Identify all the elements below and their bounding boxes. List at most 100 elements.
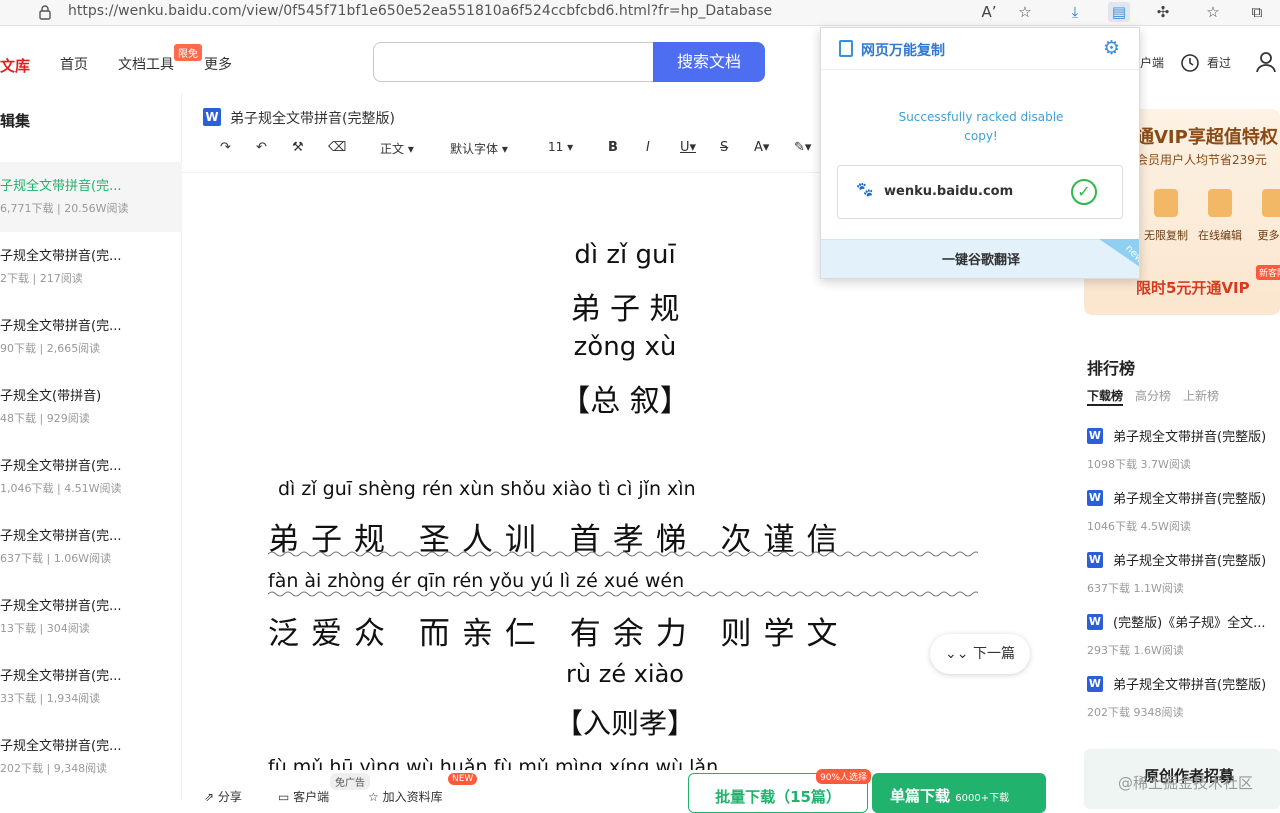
single-download-button[interactable]: 单篇下载 6000+下载 [872, 773, 1046, 813]
ranking-item-meta: 202下载 9348阅读 [1087, 706, 1184, 719]
ranking-item[interactable]: W 弟子规全文带拼音(完整版) 637下载 1.1W阅读 [1087, 549, 1280, 611]
recent-viewed-link[interactable]: 看过 [1207, 54, 1231, 71]
favorites-list-icon[interactable]: ☆ [1202, 2, 1224, 22]
url-field[interactable]: https://wenku.baidu.com/view/0f545f71bf1… [68, 3, 772, 19]
ranking-item[interactable]: W 弟子规全文带拼音(完整版) 1046下载 4.5W阅读 [1087, 487, 1280, 549]
lock-icon [39, 5, 51, 20]
vip-feature: 在线编辑 [1196, 189, 1244, 243]
wavy-underline [268, 551, 978, 557]
word-doc-icon: W [203, 108, 221, 126]
sidebar-item[interactable]: 子规全文带拼音(完... 13下载 | 304阅读 [0, 582, 182, 652]
search-button[interactable]: 搜索文档 [653, 42, 765, 82]
sidebar-item[interactable]: 子规全文带拼音(完... 90下载 | 2,665阅读 [0, 302, 182, 372]
tab-downloads[interactable]: 下载榜 [1087, 387, 1124, 406]
edit-doc-icon [1208, 189, 1232, 217]
sidebar-item-title: 子规全文带拼音(完... [0, 739, 122, 754]
word-doc-icon: W [1087, 490, 1103, 506]
ranking-item-title: 弟子规全文带拼音(完整版) [1113, 492, 1267, 507]
collections-icon[interactable]: ⧉ [1246, 2, 1268, 22]
font-family-select[interactable]: 默认字体 ▾ [450, 140, 508, 157]
vip-subtitle: 会员用户人均节省239元 [1136, 153, 1267, 167]
redo-icon[interactable]: ↷ [220, 140, 231, 155]
font-size-select[interactable]: 11 ▾ [548, 140, 573, 154]
watermark: @稀土掘金技术社区 [1118, 774, 1254, 792]
vip-open-button[interactable]: 限时5元开通VIP [1136, 277, 1250, 298]
nav-more[interactable]: 更多 [204, 54, 232, 74]
ranking-item-meta: 293下载 1.6W阅读 [1087, 644, 1184, 657]
share-button[interactable]: ⇗ 分享 [204, 788, 242, 805]
section-title: 【入则孝】 [554, 707, 695, 740]
ranking-item[interactable]: W 弟子规全文带拼音(完整版) 202下载 9348阅读 [1087, 673, 1280, 735]
site-toggle-row[interactable]: 🐾 wenku.baidu.com ✓ [837, 165, 1123, 219]
download-icon[interactable]: ⤓ [1064, 2, 1086, 22]
strikethrough-icon[interactable]: S [720, 140, 728, 155]
heading-title: 弟 子 规 [570, 292, 680, 327]
sidebar-item-meta: 90下载 | 2,665阅读 [0, 342, 101, 355]
sidebar-item-meta: 6,771下载 | 20.56W阅读 [0, 202, 129, 215]
sidebar-item[interactable]: 子规全文带拼音(完... 637下载 | 1.06W阅读 [0, 512, 182, 582]
sidebar-item[interactable]: 子规全文(带拼音) 48下载 | 929阅读 [0, 372, 182, 442]
code-doc-icon [1262, 189, 1280, 217]
tab-new[interactable]: 上新榜 [1183, 387, 1219, 404]
clock-icon[interactable] [1180, 53, 1200, 73]
font-color-icon[interactable]: A▾ [754, 140, 769, 155]
section-title: 【总 叙】 [560, 384, 690, 419]
chevrons-down-icon: ⌄⌄ [945, 646, 969, 662]
paragraph-style-select[interactable]: 正文 ▾ [380, 140, 414, 157]
format-painter-icon[interactable]: ⚒ [292, 140, 304, 155]
verse-pinyin-line: fàn ài zhòng ér qīn rén yǒu yú lì zé xué… [268, 570, 685, 592]
undo-icon[interactable]: ↶ [256, 140, 267, 155]
extensions-puzzle-icon[interactable]: ✣ [1152, 2, 1174, 22]
favorite-star-icon[interactable]: ☆ [1014, 2, 1036, 22]
vip-feature: 无限复制 [1142, 189, 1190, 243]
user-avatar-icon[interactable] [1255, 51, 1277, 73]
bold-icon[interactable]: B [608, 140, 618, 155]
word-doc-icon: W [1087, 676, 1103, 692]
sidebar-item[interactable]: 子规全文带拼音(完... 33下载 | 1,934阅读 [0, 652, 182, 722]
sidebar-item[interactable]: 子规全文带拼音(完... 202下载 | 9,348阅读 [0, 722, 182, 792]
baidu-paw-icon: 🐾 [856, 182, 874, 198]
single-download-count: 6000+下载 [955, 793, 1010, 804]
ranking-item[interactable]: W (完整版)《弟子规》全文... 293下载 1.6W阅读 [1087, 611, 1280, 673]
document-title: 弟子规全文带拼音(完整版) [230, 111, 395, 127]
ranking-item-title: 弟子规全文带拼音(完整版) [1113, 430, 1267, 445]
google-translate-button[interactable]: 一键谷歌翻译 [821, 239, 1139, 278]
gear-icon[interactable]: ⚙ [1103, 37, 1120, 59]
sidebar-item-title: 子规全文带拼音(完... [0, 669, 122, 684]
client-link[interactable]: 户端 [1140, 54, 1164, 71]
sidebar-item-meta: 13下载 | 304阅读 [0, 622, 90, 635]
popup-title: 网页万能复制 [861, 43, 945, 59]
copy-extension-icon[interactable]: ▤ [1108, 2, 1130, 22]
next-article-label: 下一篇 [972, 646, 1015, 662]
new-corner-ribbon: new [1099, 239, 1139, 267]
nav-doc-tools[interactable]: 文档工具 [118, 54, 174, 74]
sidebar-item-meta: 637下载 | 1.06W阅读 [0, 552, 112, 565]
read-aloud-icon[interactable]: Aʼ [978, 2, 1000, 22]
sidebar-item-meta: 202下载 | 9,348阅读 [0, 762, 108, 775]
underline-icon[interactable]: U▾ [680, 140, 696, 155]
next-article-button[interactable]: ⌄⌄ 下一篇 [930, 634, 1030, 674]
document-copy-icon [839, 40, 853, 57]
section-pinyin: zǒng xù [573, 332, 677, 362]
sidebar-item-meta: 48下载 | 929阅读 [0, 412, 90, 425]
sidebar-item[interactable]: 子规全文带拼音(完... 1,046下载 | 4.51W阅读 [0, 442, 182, 512]
site-logo[interactable]: 文库 [0, 55, 30, 76]
highlight-icon[interactable]: ✎▾ [794, 140, 811, 155]
check-circle-icon[interactable]: ✓ [1071, 179, 1097, 205]
ad-free-badge: 免广告 [330, 773, 370, 790]
site-domain: wenku.baidu.com [884, 184, 1014, 199]
search-input[interactable] [373, 42, 655, 82]
bottom-action-bar: ⇗ 分享 免广告 ▭ 客户端 NEW ☆ 加入资料库 批量下载（15篇） 90%… [182, 769, 1068, 813]
sidebar-item[interactable]: 子规全文带拼音(完... 6,771下载 | 20.56W阅读 [0, 162, 182, 232]
client-button[interactable]: ▭ 客户端 [278, 788, 329, 805]
italic-icon[interactable]: I [646, 140, 650, 155]
tab-high-score[interactable]: 高分榜 [1135, 387, 1171, 404]
sidebar-item-title: 子规全文(带拼音) [0, 389, 102, 404]
sidebar-title: 辑集 [0, 112, 31, 130]
nav-home[interactable]: 首页 [60, 54, 88, 74]
add-to-library-button[interactable]: ☆ 加入资料库 [368, 788, 443, 805]
eraser-icon[interactable]: ⌫ [328, 140, 346, 155]
ranking-item[interactable]: W 弟子规全文带拼音(完整版) 1098下载 3.7W阅读 [1087, 425, 1280, 487]
sidebar-item[interactable]: 子规全文带拼音(完... 2下载 | 217阅读 [0, 232, 182, 302]
word-doc-icon: W [1087, 552, 1103, 568]
